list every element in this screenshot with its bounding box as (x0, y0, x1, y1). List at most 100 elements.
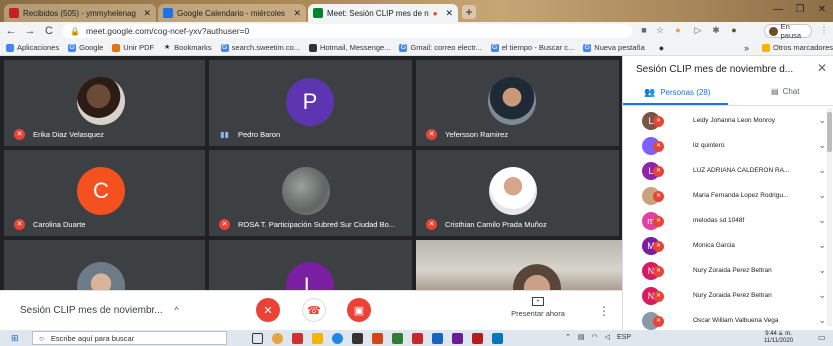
tab-close-icon[interactable]: ✕ (139, 8, 151, 19)
bookmark-gmail[interactable]: G Gmail: correo electr... (399, 43, 482, 52)
back-icon[interactable]: ← (3, 25, 19, 37)
present-now-button[interactable]: + Presentar ahora (505, 297, 571, 327)
chevron-down-icon[interactable]: ⌄ (818, 140, 826, 151)
chevron-down-icon[interactable]: ⌄ (818, 165, 826, 176)
reload-icon[interactable]: C (41, 25, 57, 37)
mic-off-icon: ✕ (653, 215, 664, 227)
bookmark-label: Otros marcadores (773, 43, 833, 52)
participant-list-item[interactable]: N ✕ Nury Zoraida Perez Beltran ⌄ (623, 283, 833, 308)
task-view-icon[interactable] (252, 333, 263, 344)
language-indicator[interactable]: ESP (617, 334, 631, 341)
chevron-down-icon[interactable]: ⌄ (818, 215, 826, 226)
participant-tile[interactable]: C ✕ Carolina Duarte (4, 150, 205, 236)
taskbar-search-input[interactable]: ○ Escribe aquí para buscar (32, 331, 227, 345)
edge-icon[interactable] (332, 333, 343, 344)
panel-close-icon[interactable]: ✕ (817, 61, 827, 75)
tray-icon[interactable]: ⌃ (565, 333, 571, 341)
participant-list-item[interactable]: N ✕ Nury Zoraida Perez Beltran ⌄ (623, 258, 833, 283)
bookmark-search[interactable]: G search.sweetim.co... (220, 43, 300, 52)
browser-menu-icon[interactable]: ⋮ (818, 25, 830, 37)
tab-gmail[interactable]: Recibidos (505) - ymmyhelenag ✕ (4, 4, 156, 22)
maximize-button[interactable]: ❐ (792, 4, 808, 18)
app-icon[interactable] (292, 333, 303, 344)
minimize-button[interactable]: — (770, 4, 786, 18)
chrome-icon[interactable] (272, 333, 283, 344)
present-screen-icon: + (532, 297, 544, 306)
participant-photo (282, 167, 330, 215)
notifications-icon[interactable]: ▭ (818, 333, 826, 342)
leave-call-button[interactable]: ☎ (302, 298, 326, 322)
forward-icon[interactable]: → (22, 25, 38, 37)
participant-tile[interactable]: ✕ Yefersson Ramirez (416, 60, 619, 146)
bookmark-apps[interactable]: Aplicaciones (6, 43, 59, 52)
cast-icon[interactable]: ▷ (692, 25, 704, 37)
self-view-tile[interactable] (416, 240, 622, 290)
more-options-icon[interactable]: ⋮ (598, 304, 610, 318)
windows-start-icon[interactable]: ⊞ (11, 334, 20, 343)
bookmark-nueva-pestana[interactable]: G Nueva pestaña (583, 43, 645, 52)
taskbar: ⊞ ○ Escribe aquí para buscar ⌃ ▤ ◠ ◁ ESP… (0, 330, 833, 346)
participant-list-item[interactable]: m ✕ melodas sd 1048f ⌄ (623, 208, 833, 233)
volume-icon[interactable]: ◁ (605, 333, 610, 341)
wifi-icon[interactable]: ◠ (592, 333, 598, 341)
new-tab-button[interactable]: + (462, 5, 476, 19)
chevron-down-icon[interactable]: ⌄ (818, 265, 826, 276)
github-icon[interactable]: ● (659, 43, 664, 53)
tab-close-icon[interactable]: ✕ (441, 8, 453, 19)
microphone-toggle-button[interactable]: ✕ (256, 298, 280, 322)
bookmarks-overflow-icon[interactable]: » (744, 43, 749, 53)
chevron-down-icon[interactable]: ⌄ (818, 190, 826, 201)
chevron-down-icon[interactable]: ⌄ (818, 290, 826, 301)
participant-tile[interactable] (4, 240, 205, 290)
chevron-down-icon[interactable]: ⌄ (818, 315, 826, 326)
tab-calendar[interactable]: Google Calendario - miércoles ✕ (158, 4, 306, 22)
app-icon[interactable] (452, 333, 463, 344)
participant-list-item[interactable]: L ✕ LUZ ADRIANA CALDERON RA... ⌄ (623, 158, 833, 183)
extensions-puzzle-icon[interactable]: ✱ (710, 25, 722, 37)
close-window-button[interactable]: ✕ (814, 4, 830, 18)
participant-list-item[interactable]: ✕ Maria Fernanda Lopez Rodrigu... ⌄ (623, 183, 833, 208)
chevron-down-icon[interactable]: ⌄ (818, 115, 826, 126)
bookmark-hotmail[interactable]: Hotmail, Messenge... (309, 43, 390, 52)
profile-pause-chip[interactable]: En pausa (764, 22, 812, 40)
camera-toggle-button[interactable]: ▣ (347, 298, 371, 322)
office-icon[interactable] (372, 333, 383, 344)
tab-meet[interactable]: Meet: Sesión CLIP mes de n ● ✕ (308, 4, 458, 22)
word-icon[interactable] (432, 333, 443, 344)
bookmark-google[interactable]: G Google (68, 43, 103, 52)
tab-chat[interactable]: ▤ Chat (771, 87, 799, 96)
scrollbar-thumb[interactable] (827, 112, 832, 152)
tab-people[interactable]: 👥 Personas (28) (644, 87, 710, 98)
excel-icon[interactable] (392, 333, 403, 344)
store-icon[interactable] (352, 333, 363, 344)
participant-name: Maria Fernanda Lopez Rodrigu... (693, 192, 789, 199)
participant-tile[interactable]: P ▮▮ Pedro Baron (209, 60, 412, 146)
file-explorer-icon[interactable] (312, 333, 323, 344)
bookmark-star-icon[interactable]: ☆ (654, 25, 666, 37)
avatar: N ✕ (642, 261, 664, 280)
network-icon[interactable]: ▤ (578, 333, 585, 341)
bookmark-el-tiempo[interactable]: G el tiempo - Buscar c... (490, 43, 574, 52)
bookmark-bookmarks[interactable]: ★ Bookmarks (163, 43, 212, 52)
meeting-details-toggle[interactable]: Sesión CLIP mes de noviembr... ^ (20, 305, 179, 316)
participant-list-item[interactable]: M ✕ Monica Garcia ⌄ (623, 233, 833, 258)
tab-close-icon[interactable]: ✕ (289, 8, 301, 19)
taskbar-clock[interactable]: 9:44 a. m. 11/11/2020 (764, 331, 793, 345)
profile-icon[interactable]: ● (728, 25, 740, 37)
app-icon[interactable] (472, 333, 483, 344)
bookmark-unir-pdf[interactable]: Unir PDF (112, 43, 154, 52)
camera-icon[interactable]: ■ (638, 25, 650, 37)
other-bookmarks[interactable]: Otros marcadores (762, 43, 833, 52)
powerpoint-icon[interactable] (412, 333, 423, 344)
participants-scrollbar[interactable] (827, 108, 832, 326)
participant-list-item[interactable]: ✕ liz quintero ⌄ (623, 133, 833, 158)
participant-tile[interactable]: L (209, 240, 412, 290)
app-icon[interactable] (492, 333, 503, 344)
participant-list-item[interactable]: L ✕ Leidy Johanna Leon Monroy ⌄ (623, 108, 833, 133)
chevron-down-icon[interactable]: ⌄ (818, 240, 826, 251)
extension-icon[interactable]: ● (672, 25, 684, 37)
participant-tile[interactable]: ✕ Cristhian Camilo Prada Muñoz (416, 150, 619, 236)
address-bar[interactable]: 🔒 meet.google.com/cog-ncef-yxv?authuser=… (62, 24, 632, 38)
participant-tile[interactable]: ✕ Erika Diaz Velasquez (4, 60, 205, 146)
participant-tile[interactable]: ✕ ROSA T. Participación Subred Sur Ciuda… (209, 150, 412, 236)
